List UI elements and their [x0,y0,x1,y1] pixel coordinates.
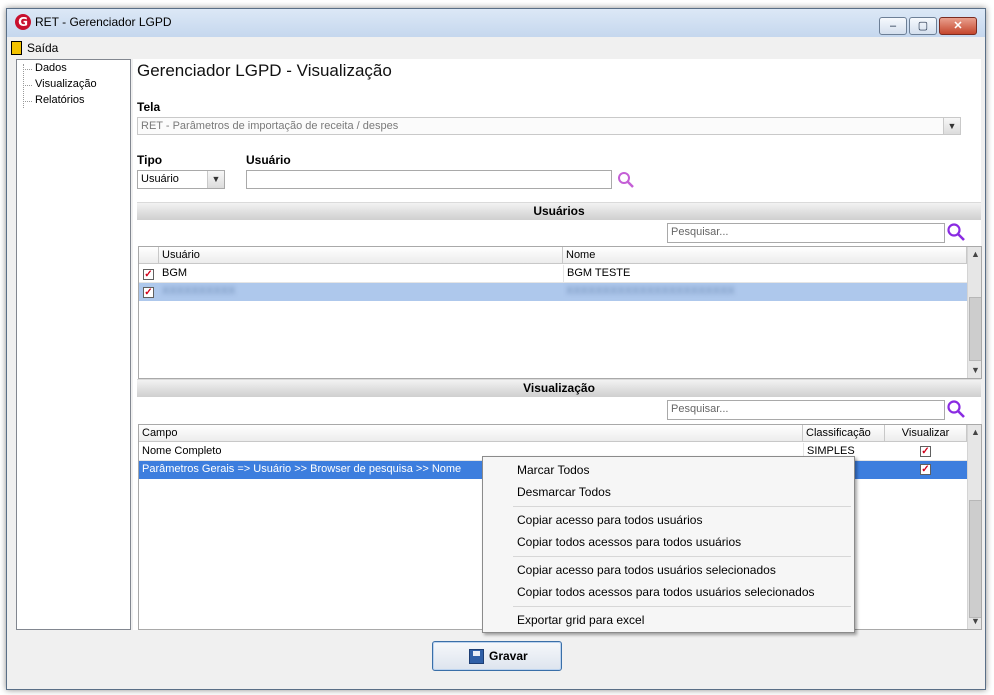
usuarios-scrollbar[interactable]: ▲ ▼ [967,247,981,378]
visualizacao-search-input[interactable]: Pesquisar... [667,400,945,420]
navigation-tree: Dados Visualização Relatórios [16,59,131,630]
tree-item-dados[interactable]: Dados [23,62,67,74]
close-icon: ✕ [953,20,963,32]
grid-header-nome[interactable]: Nome [563,247,967,264]
menu-separator [513,506,851,507]
title-bar: G RET - Gerenciador LGPD – ▢ ✕ [7,9,985,37]
menu-bar: Saída [7,39,985,57]
floppy-disk-icon [469,649,484,664]
maximize-icon: ▢ [917,20,929,32]
chevron-down-icon[interactable]: ▼ [207,171,224,188]
usuarios-section-header: Usuários [137,202,981,220]
table-row[interactable]: ✓ BGM BGM TESTE [139,265,967,283]
menu-separator [513,606,851,607]
visualizacao-section-header: Visualização [137,379,981,397]
grid-header-visualizar[interactable]: Visualizar [885,425,967,442]
scroll-down-icon[interactable]: ▼ [968,363,981,378]
grid-header-campo[interactable]: Campo [139,425,803,442]
usuarios-search-input[interactable]: Pesquisar... [667,223,945,243]
usuarios-grid: Usuário Nome ✓ BGM BGM TESTE ✓ XXXXXXXXX… [138,246,982,379]
close-button[interactable]: ✕ [939,17,977,35]
menu-item-copiar-todos-acessos-todos[interactable]: Copiar todos acessos para todos usuários [485,531,852,553]
tela-value: RET - Parâmetros de importação de receit… [141,120,399,132]
search-icon[interactable] [945,399,967,419]
usuario-input[interactable] [246,170,612,189]
scroll-up-icon[interactable]: ▲ [968,425,981,440]
tela-label: Tela [137,100,161,114]
row-visualizar-checkbox[interactable]: ✓ [920,446,931,457]
chevron-down-icon[interactable]: ▼ [943,118,960,134]
maximize-button[interactable]: ▢ [909,17,937,35]
menu-item-copiar-todos-acessos-selecionados[interactable]: Copiar todos acessos para todos usuários… [485,581,852,603]
search-icon[interactable] [617,171,635,189]
table-row-selected[interactable]: ✓ XXXXXXXXXX XXXXXXXXXXXXXXXXXXXXXXX [139,283,967,301]
exit-door-icon [11,41,22,55]
minimize-button[interactable]: – [879,17,907,35]
app-logo-icon: G [15,14,31,30]
tree-item-relatorios[interactable]: Relatórios [23,94,85,106]
row-nome-redacted: XXXXXXXXXXXXXXXXXXXXXXX [566,285,735,297]
tipo-label: Tipo [137,153,163,167]
row-visualizar-checkbox[interactable]: ✓ [920,464,931,475]
menu-exit[interactable]: Saída [27,41,58,55]
tree-item-visualizacao[interactable]: Visualização [23,78,97,90]
menu-item-exportar-excel[interactable]: Exportar grid para excel [485,609,852,631]
row-checkbox[interactable]: ✓ [143,287,154,298]
page-title: Gerenciador LGPD - Visualização [137,61,392,80]
minimize-icon: – [889,20,897,32]
save-button[interactable]: Gravar [432,641,562,671]
tipo-select[interactable]: Usuário ▼ [137,170,225,189]
menu-separator [513,556,851,557]
scroll-up-icon[interactable]: ▲ [968,247,981,262]
usuario-label: Usuário [246,153,291,167]
row-checkbox[interactable]: ✓ [143,269,154,280]
scroll-thumb[interactable] [969,297,981,361]
search-icon[interactable] [945,222,967,242]
tipo-value: Usuário [141,173,179,185]
grid-header-usuario[interactable]: Usuário [159,247,563,264]
scroll-thumb[interactable] [969,500,981,618]
grid-header-classificacao[interactable]: Classificação [803,425,885,442]
save-button-label: Gravar [489,649,528,663]
menu-item-copiar-acesso-todos[interactable]: Copiar acesso para todos usuários [485,509,852,531]
context-menu: Marcar Todos Desmarcar Todos Copiar aces… [482,456,855,633]
grid-header-check [139,247,159,264]
row-nome: BGM TESTE [563,265,963,282]
visualizacao-scrollbar[interactable]: ▲ ▼ [967,425,981,629]
window-title: RET - Gerenciador LGPD [35,15,172,29]
row-usuario: BGM [162,267,188,279]
scroll-down-icon[interactable]: ▼ [968,614,981,629]
menu-item-desmarcar-todos[interactable]: Desmarcar Todos [485,481,852,503]
menu-item-marcar-todos[interactable]: Marcar Todos [485,459,852,481]
tela-select[interactable]: RET - Parâmetros de importação de receit… [137,117,961,135]
menu-item-copiar-acesso-selecionados[interactable]: Copiar acesso para todos usuários seleci… [485,559,852,581]
row-usuario-redacted: XXXXXXXXXX [162,285,236,297]
